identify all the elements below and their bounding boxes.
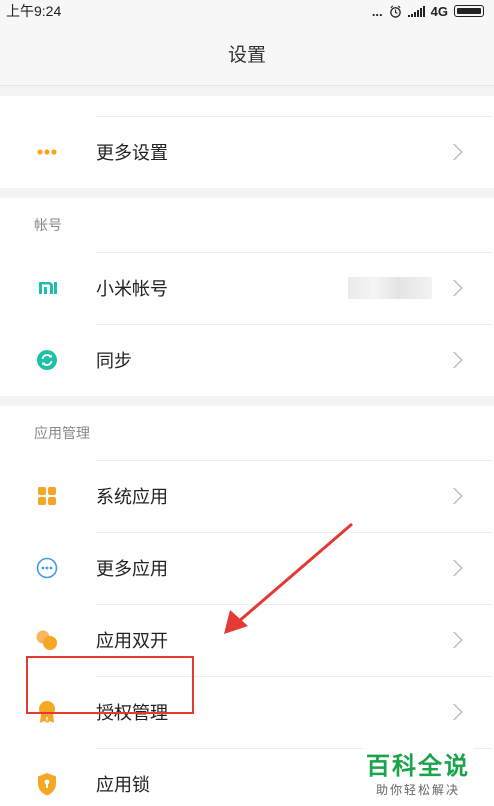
account-value-redacted bbox=[348, 277, 432, 299]
section-label-account: 帐号 bbox=[0, 198, 494, 252]
status-bar: 上午9:24 ... 4G bbox=[0, 0, 494, 22]
more-dots-icon bbox=[34, 139, 60, 165]
watermark: 百科全说 助你轻松解决 bbox=[362, 744, 474, 800]
settings-item-more-apps[interactable]: 更多应用 bbox=[0, 532, 494, 604]
sync-icon bbox=[34, 347, 60, 373]
alarm-icon bbox=[389, 5, 401, 18]
settings-item-label: 系统应用 bbox=[96, 487, 168, 507]
settings-item-label: 同步 bbox=[96, 351, 132, 371]
group-more: 更多设置 bbox=[0, 96, 494, 188]
network-type: 4G bbox=[430, 3, 448, 19]
chevron-right-icon bbox=[445, 279, 463, 297]
watermark-title: 百科全说 bbox=[366, 753, 470, 780]
notification-dots-icon: ... bbox=[371, 3, 383, 19]
more-circle-icon bbox=[34, 555, 60, 581]
grid-apps-icon bbox=[34, 483, 60, 509]
chevron-right-icon bbox=[445, 143, 463, 161]
settings-item-label: 更多应用 bbox=[96, 559, 168, 579]
signal-icon bbox=[407, 5, 425, 17]
status-icons: ... 4G bbox=[372, 4, 484, 19]
chevron-right-icon bbox=[445, 487, 463, 505]
settings-item-label: 应用双开 bbox=[96, 631, 168, 651]
annotation-highlight-box bbox=[26, 656, 194, 714]
status-time: 上午9:24 bbox=[6, 3, 62, 19]
dual-app-icon bbox=[34, 627, 60, 653]
settings-item-label: 更多设置 bbox=[96, 143, 168, 163]
chevron-right-icon bbox=[445, 351, 463, 369]
group-account: 帐号 小米帐号 同步 bbox=[0, 198, 494, 396]
watermark-subtitle: 助你轻松解决 bbox=[375, 783, 460, 797]
settings-item-label: 小米帐号 bbox=[96, 279, 168, 299]
chevron-right-icon bbox=[445, 703, 463, 721]
page-title: 设置 bbox=[227, 45, 266, 66]
mi-logo-icon bbox=[34, 275, 60, 301]
settings-item-sync[interactable]: 同步 bbox=[0, 324, 494, 396]
battery-icon bbox=[454, 5, 484, 17]
page-title-bar: 设置 bbox=[0, 22, 494, 86]
shield-lock-icon bbox=[34, 771, 60, 797]
settings-item-system-apps[interactable]: 系统应用 bbox=[0, 460, 494, 532]
chevron-right-icon bbox=[445, 631, 463, 649]
section-label-app-management: 应用管理 bbox=[0, 406, 494, 460]
settings-item-mi-account[interactable]: 小米帐号 bbox=[0, 252, 494, 324]
settings-item-more-settings[interactable]: 更多设置 bbox=[0, 116, 494, 188]
chevron-right-icon bbox=[445, 559, 463, 577]
